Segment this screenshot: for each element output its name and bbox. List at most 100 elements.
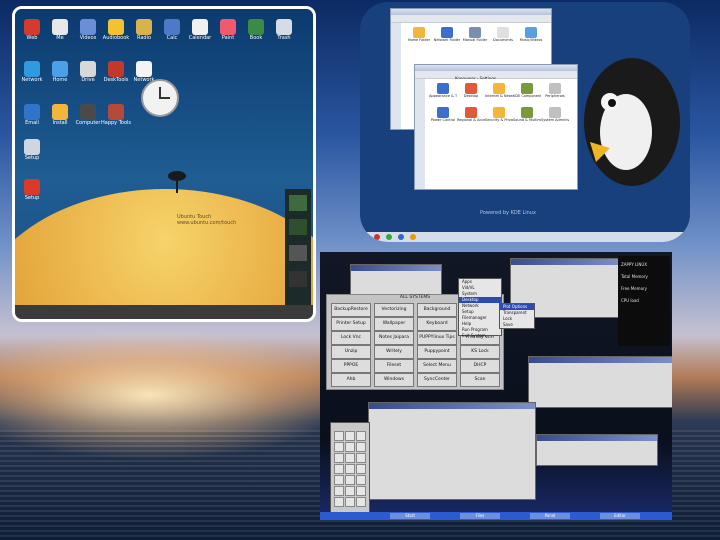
folder-icon xyxy=(493,107,505,118)
file-item[interactable]: Manual Folder xyxy=(461,27,489,43)
desktop-icon[interactable]: Email xyxy=(17,104,47,127)
file-item[interactable]: Network Folder xyxy=(433,27,461,43)
paint-tool[interactable] xyxy=(345,497,355,507)
taskbar-item[interactable]: Editor xyxy=(600,513,640,519)
side-dock[interactable] xyxy=(285,189,311,307)
desktop-icon[interactable]: Calc xyxy=(157,19,187,42)
control-panel-button[interactable]: PUPPYlinux Tips xyxy=(417,331,457,345)
desktop-icon[interactable]: Happy Tools xyxy=(101,104,131,127)
file-item[interactable]: Documents xyxy=(489,27,517,43)
file-manager-window-front[interactable]: Konqueror - Settings Appearance & Themes… xyxy=(414,64,578,190)
file-item[interactable]: Internet & Network xyxy=(485,83,513,99)
control-panel-button[interactable]: PPPOE xyxy=(331,359,371,373)
taskbar-item[interactable]: Start xyxy=(390,513,430,519)
control-panel-button[interactable]: Background xyxy=(417,303,457,317)
desktop-icon[interactable]: Computer xyxy=(73,104,103,127)
control-panel-button[interactable]: Fileset xyxy=(374,359,414,373)
control-panel-button[interactable]: Select Menu xyxy=(417,359,457,373)
submenu-item[interactable]: Save xyxy=(500,322,534,328)
paint-tool[interactable] xyxy=(345,475,355,485)
file-item[interactable]: System Administration xyxy=(541,107,569,123)
file-item[interactable]: Peripherals xyxy=(541,83,569,99)
desktop-icon[interactable]: Setup xyxy=(17,179,47,202)
desktop-icon[interactable]: Paint xyxy=(213,19,243,42)
paint-tool[interactable] xyxy=(356,475,366,485)
paint-tool[interactable] xyxy=(345,453,355,463)
control-panel-button[interactable]: Ahb xyxy=(331,373,371,387)
file-item[interactable]: Home Folder xyxy=(405,27,433,43)
paint-tool[interactable] xyxy=(356,464,366,474)
control-panel-button[interactable]: BackupRestore xyxy=(331,303,371,317)
paint-tool[interactable] xyxy=(356,453,366,463)
file-item[interactable]: Desktop xyxy=(457,83,485,99)
network-icon xyxy=(24,61,40,77)
desktop-icon[interactable]: Radio xyxy=(129,19,159,42)
drives-window[interactable] xyxy=(528,356,672,408)
taskbar[interactable] xyxy=(15,305,313,319)
file-item[interactable]: KDE Components xyxy=(513,83,541,99)
paint-tool[interactable] xyxy=(345,486,355,496)
paint-tool[interactable] xyxy=(356,442,366,452)
desktop-icon[interactable]: Videos xyxy=(73,19,103,42)
paint-tool[interactable] xyxy=(334,442,344,452)
menu-item[interactable]: Exit System xyxy=(459,333,501,339)
file-item[interactable]: Music/Videos xyxy=(517,27,545,43)
control-panel-button[interactable]: Unzip xyxy=(331,345,371,359)
file-item[interactable]: Power Control xyxy=(429,107,457,123)
apps-window[interactable] xyxy=(536,434,658,466)
control-panel-button[interactable]: Vectorizing xyxy=(374,303,414,317)
desktop-icon[interactable]: Web xyxy=(17,19,47,42)
submenu[interactable]: Plot Options Transparent Lock Save xyxy=(499,303,535,329)
desktop-icon[interactable]: Install xyxy=(45,104,75,127)
paint-tool[interactable] xyxy=(334,431,344,441)
paint-tool[interactable] xyxy=(334,475,344,485)
start-menu[interactable]: Apps Vid/VL System Desktop Network Setup Filem… xyxy=(458,278,535,339)
control-panel-button[interactable]: Writely xyxy=(374,345,414,359)
control-panel-button[interactable]: Keyboard xyxy=(417,317,457,331)
desktop-icon[interactable]: Network xyxy=(17,61,47,84)
control-panel-button[interactable]: Puppypoint xyxy=(417,345,457,359)
control-panel-button[interactable]: Wallpaper xyxy=(374,317,414,331)
paint-tool[interactable] xyxy=(334,464,344,474)
file-item[interactable]: Sound & Multimedia xyxy=(513,107,541,123)
taskbar-item[interactable]: Panel xyxy=(530,513,570,519)
taskbar-item[interactable]: Files xyxy=(460,513,500,519)
paint-tool[interactable] xyxy=(334,497,344,507)
control-panel-button[interactable]: Windows xyxy=(374,373,414,387)
control-panel-button[interactable]: Scan xyxy=(460,373,500,387)
window-toolbar[interactable] xyxy=(391,15,551,23)
control-panel-button[interactable]: Notes Jaipara xyxy=(374,331,414,345)
control-panel-button[interactable]: DHCP xyxy=(460,359,500,373)
file-item[interactable]: Regional & Accessibility xyxy=(457,107,485,123)
desktop-icon[interactable]: Setup xyxy=(17,139,47,162)
control-panel-button[interactable]: Lock Vnc xyxy=(331,331,371,345)
paint-tool[interactable] xyxy=(345,431,355,441)
control-panel-button[interactable]: Printer Setup xyxy=(331,317,371,331)
file-item[interactable]: Appearance & Themes xyxy=(429,83,457,99)
small-window[interactable] xyxy=(350,264,442,296)
paint-tool[interactable] xyxy=(356,431,366,441)
paint-tool[interactable] xyxy=(356,486,366,496)
desktop-icon[interactable]: Trash xyxy=(269,19,299,42)
desktop-icon[interactable]: Audiobook xyxy=(101,19,131,42)
file-item[interactable]: Security & Privacy xyxy=(485,107,513,123)
control-panel-button[interactable]: KS Lock xyxy=(460,345,500,359)
paint-tool[interactable] xyxy=(345,442,355,452)
files-window[interactable] xyxy=(368,402,536,500)
desktop-icon[interactable]: Home xyxy=(45,61,75,84)
desktop-icon[interactable]: Me xyxy=(45,19,75,42)
kde-taskbar[interactable] xyxy=(360,232,690,242)
desktop-icon[interactable]: Book xyxy=(241,19,271,42)
paint-tool[interactable] xyxy=(356,497,366,507)
puppy-taskbar[interactable]: Start Files Panel Editor xyxy=(320,512,672,520)
clock-widget xyxy=(141,79,179,117)
kde-caption: Powered by KDE Linux xyxy=(480,210,536,216)
desktop-icon[interactable]: Calendar xyxy=(185,19,215,42)
paint-toolbox[interactable] xyxy=(330,422,370,518)
desktop-icon[interactable]: Drive xyxy=(73,61,103,84)
paint-tool[interactable] xyxy=(345,464,355,474)
desktop-icon[interactable]: DeskTools xyxy=(101,61,131,84)
control-panel-button[interactable]: SyncCenter xyxy=(417,373,457,387)
paint-tool[interactable] xyxy=(334,453,344,463)
paint-tool[interactable] xyxy=(334,486,344,496)
